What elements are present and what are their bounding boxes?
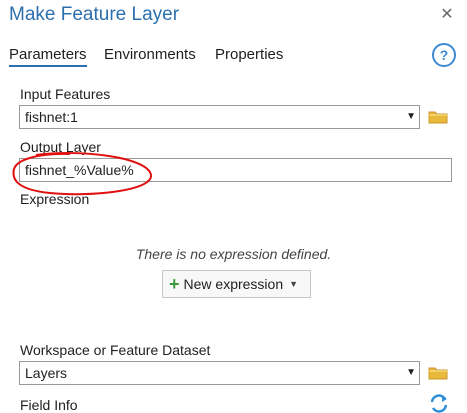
help-icon[interactable]: ?: [432, 43, 456, 67]
new-expression-button[interactable]: + New expression ▼: [162, 270, 311, 298]
workspace-value: Layers: [25, 365, 68, 381]
folder-icon[interactable]: [428, 110, 448, 124]
window-title: Make Feature Layer: [9, 4, 180, 25]
refresh-icon[interactable]: [428, 393, 450, 413]
new-expression-label: New expression: [183, 276, 284, 292]
input-features-dropdown[interactable]: fishnet:1 ▼: [19, 105, 420, 129]
workspace-label: Workspace or Feature Dataset: [20, 342, 211, 358]
plus-icon: +: [169, 274, 180, 294]
tab-parameters[interactable]: Parameters: [9, 46, 87, 67]
annotation-circle: [12, 152, 152, 196]
input-features-value: fishnet:1: [25, 109, 78, 125]
tab-properties[interactable]: Properties: [215, 46, 283, 63]
close-icon[interactable]: ✕: [437, 6, 457, 24]
input-features-label: Input Features: [20, 86, 111, 102]
empty-expression-message: There is no expression defined.: [135, 246, 332, 262]
tab-environments[interactable]: Environments: [104, 46, 196, 63]
chevron-down-icon: ▼: [406, 367, 416, 378]
chevron-down-icon: ▼: [406, 111, 416, 122]
chevron-down-icon: ▼: [289, 279, 299, 289]
folder-icon[interactable]: [428, 366, 448, 380]
workspace-dropdown[interactable]: Layers ▼: [19, 361, 420, 385]
